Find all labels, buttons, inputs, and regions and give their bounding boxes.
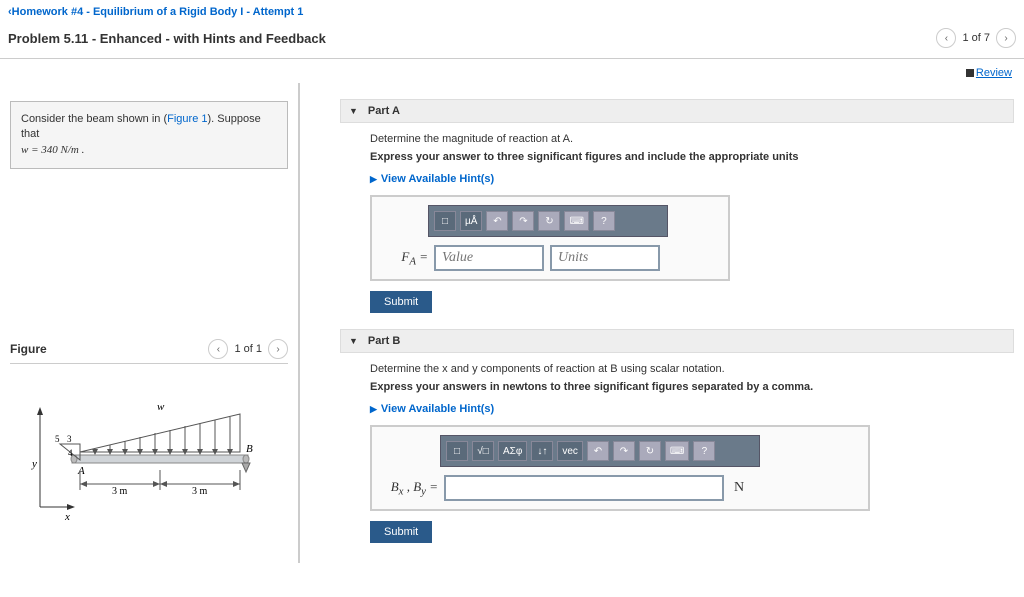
part-a-title: Part A: [368, 105, 400, 117]
review-label: Review: [976, 67, 1012, 79]
prev-page-button[interactable]: ‹: [936, 28, 956, 48]
page-title: Problem 5.11 - Enhanced - with Hints and…: [8, 31, 326, 46]
part-a-desc: Determine the magnitude of reaction at A…: [370, 133, 1014, 145]
tb-redo-button[interactable]: ↷: [512, 211, 534, 231]
part-a-hint-label: View Available Hint(s): [381, 173, 494, 185]
figure-prev-button[interactable]: ‹: [208, 339, 228, 359]
part-a-answer-label: FA =: [380, 249, 428, 268]
tb-redo-button[interactable]: ↷: [613, 441, 635, 461]
part-b-answer-label: Bx , By =: [380, 479, 438, 498]
svg-text:3: 3: [67, 434, 72, 444]
part-b-hint-label: View Available Hint(s): [381, 403, 494, 415]
tb-undo-button[interactable]: ↶: [587, 441, 609, 461]
part-a-header[interactable]: ▼ Part A: [340, 99, 1014, 123]
tb-greek-button[interactable]: ΑΣφ: [498, 441, 527, 461]
back-link-label: Homework #4 - Equilibrium of a Rigid Bod…: [12, 6, 304, 18]
caret-down-icon: ▼: [349, 106, 358, 116]
next-page-button[interactable]: ›: [996, 28, 1016, 48]
part-b-value-input[interactable]: [444, 475, 724, 501]
tb-vec-button[interactable]: vec: [557, 441, 583, 461]
part-a-value-input[interactable]: [434, 245, 544, 271]
svg-text:3 m: 3 m: [112, 486, 128, 497]
part-b-header[interactable]: ▼ Part B: [340, 329, 1014, 353]
part-a-hint-link[interactable]: ▶ View Available Hint(s): [370, 173, 494, 185]
problem-prompt: Consider the beam shown in (Figure 1). S…: [10, 101, 288, 169]
part-b-desc: Determine the x and y components of reac…: [370, 363, 1014, 375]
tb-templates-button[interactable]: □: [434, 211, 456, 231]
tb-help-button[interactable]: ?: [693, 441, 715, 461]
part-b-title: Part B: [368, 335, 400, 347]
part-a-instr: Express your answer to three significant…: [370, 151, 1014, 163]
part-a-toolbar: □ µÅ ↶ ↷ ↻ ⌨ ?: [428, 205, 668, 237]
svg-text:y: y: [31, 458, 37, 470]
page-count: 1 of 7: [962, 32, 990, 44]
page-nav: ‹ 1 of 7 ›: [936, 28, 1016, 48]
tb-keyboard-button[interactable]: ⌨: [564, 211, 588, 231]
caret-right-icon: ▶: [370, 404, 377, 415]
review-icon: [966, 69, 974, 77]
prompt-eq: w = 340 N/m .: [21, 144, 84, 156]
part-b-instr: Express your answers in newtons to three…: [370, 381, 1014, 393]
caret-right-icon: ▶: [370, 174, 377, 185]
svg-text:A: A: [77, 465, 85, 477]
tb-undo-button[interactable]: ↶: [486, 211, 508, 231]
tb-help-button[interactable]: ?: [593, 211, 615, 231]
tb-reset-button[interactable]: ↻: [639, 441, 661, 461]
caret-down-icon: ▼: [349, 336, 358, 346]
prompt-pre: Consider the beam shown in (: [21, 113, 167, 125]
figure-header: Figure: [10, 342, 47, 356]
part-b-toolbar: □ √□ ΑΣφ ↓↑ vec ↶ ↷ ↻ ⌨ ?: [440, 435, 760, 467]
figure-next-button[interactable]: ›: [268, 339, 288, 359]
beam-diagram: y x w: [10, 382, 270, 522]
part-a-submit-button[interactable]: Submit: [370, 291, 432, 313]
svg-text:5: 5: [55, 434, 60, 444]
tb-subsup-button[interactable]: ↓↑: [531, 441, 553, 461]
tb-keyboard-button[interactable]: ⌨: [665, 441, 689, 461]
tb-reset-button[interactable]: ↻: [538, 211, 560, 231]
svg-text:4: 4: [68, 448, 73, 458]
part-b-submit-button[interactable]: Submit: [370, 521, 432, 543]
svg-text:3 m: 3 m: [192, 486, 208, 497]
tb-symbols-button[interactable]: µÅ: [460, 211, 482, 231]
back-link[interactable]: ‹Homework #4 - Equilibrium of a Rigid Bo…: [8, 6, 303, 18]
part-a-units-input[interactable]: [550, 245, 660, 271]
figure-panel: y x w: [10, 363, 288, 522]
svg-text:B: B: [246, 443, 253, 455]
figure-count: 1 of 1: [234, 343, 262, 355]
part-b-unit: N: [734, 480, 744, 496]
svg-text:x: x: [64, 511, 70, 522]
tb-root-button[interactable]: √□: [472, 441, 494, 461]
review-link[interactable]: Review: [966, 67, 1012, 79]
figure-link[interactable]: Figure 1: [167, 113, 207, 125]
tb-templates-button[interactable]: □: [446, 441, 468, 461]
svg-text:w: w: [157, 401, 165, 413]
part-b-hint-link[interactable]: ▶ View Available Hint(s): [370, 403, 494, 415]
